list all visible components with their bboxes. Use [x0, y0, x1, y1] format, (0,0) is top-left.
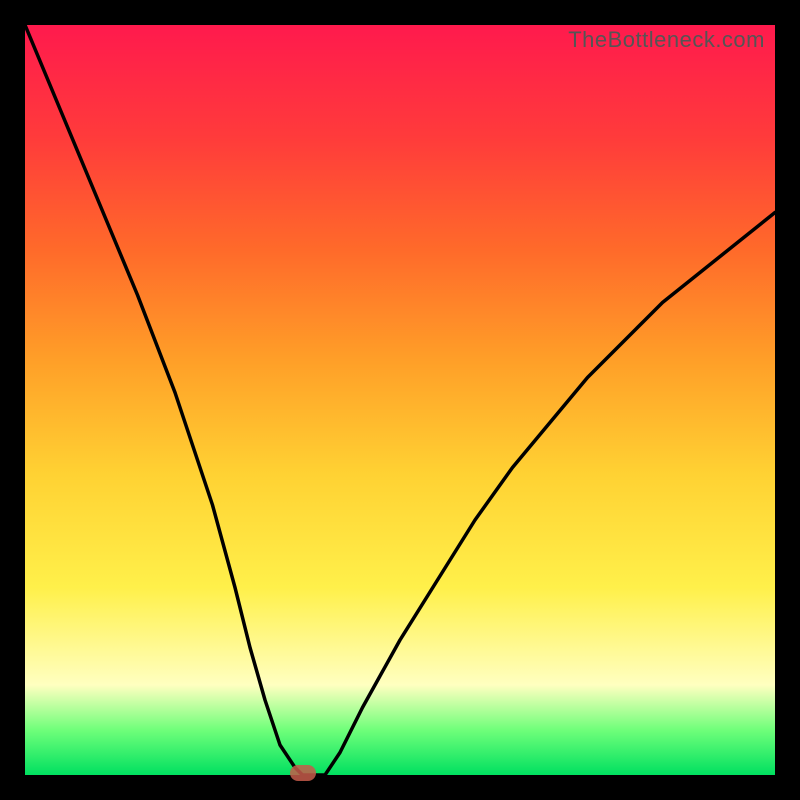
- bottleneck-curve: [25, 25, 775, 775]
- min-marker: [290, 765, 316, 781]
- curve-path: [25, 25, 775, 775]
- chart-frame: TheBottleneck.com: [0, 0, 800, 800]
- plot-area: TheBottleneck.com: [25, 25, 775, 775]
